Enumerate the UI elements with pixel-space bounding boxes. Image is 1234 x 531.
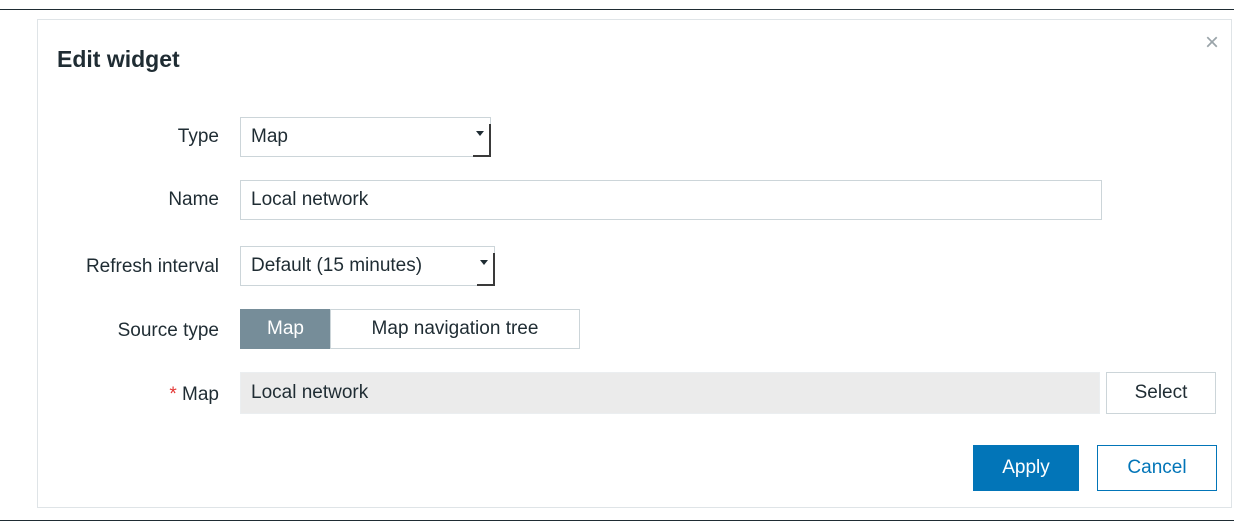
name-input[interactable]: Local network [240, 180, 1102, 220]
chevron-down-icon [480, 260, 488, 265]
close-icon[interactable]: × [1201, 31, 1223, 55]
apply-button[interactable]: Apply [973, 445, 1079, 491]
type-select[interactable]: Map [240, 117, 491, 157]
source-type-map-option[interactable]: Map [240, 309, 331, 349]
name-label: Name [168, 189, 219, 210]
required-asterisk: * [169, 384, 177, 405]
select-bevel [473, 155, 491, 157]
page: Edit widget × Type Map Name Local networ… [0, 0, 1234, 531]
select-bevel [477, 284, 495, 286]
map-label-text: Map [182, 384, 219, 405]
source-type-label: Source type [117, 320, 219, 341]
dialog-title: Edit widget [57, 46, 180, 72]
refresh-interval-label: Refresh interval [85, 256, 219, 277]
top-divider [0, 9, 1234, 10]
select-map-button[interactable]: Select [1106, 372, 1216, 414]
refresh-interval-select[interactable]: Default (15 minutes) [240, 246, 495, 286]
map-label: * Map [38, 384, 219, 406]
map-value-field: Local network [240, 372, 1100, 414]
cancel-button[interactable]: Cancel [1097, 445, 1217, 491]
type-label: Type [177, 126, 219, 147]
source-type-map-navigation-tree-option[interactable]: Map navigation tree [330, 309, 580, 349]
refresh-interval-value: Default (15 minutes) [251, 255, 423, 276]
select-bevel [489, 124, 491, 156]
edit-widget-dialog: Edit widget × Type Map Name Local networ… [37, 19, 1232, 508]
type-select-value: Map [251, 126, 288, 147]
bottom-divider [0, 520, 1234, 521]
select-bevel [493, 253, 495, 285]
chevron-down-icon [476, 131, 484, 136]
